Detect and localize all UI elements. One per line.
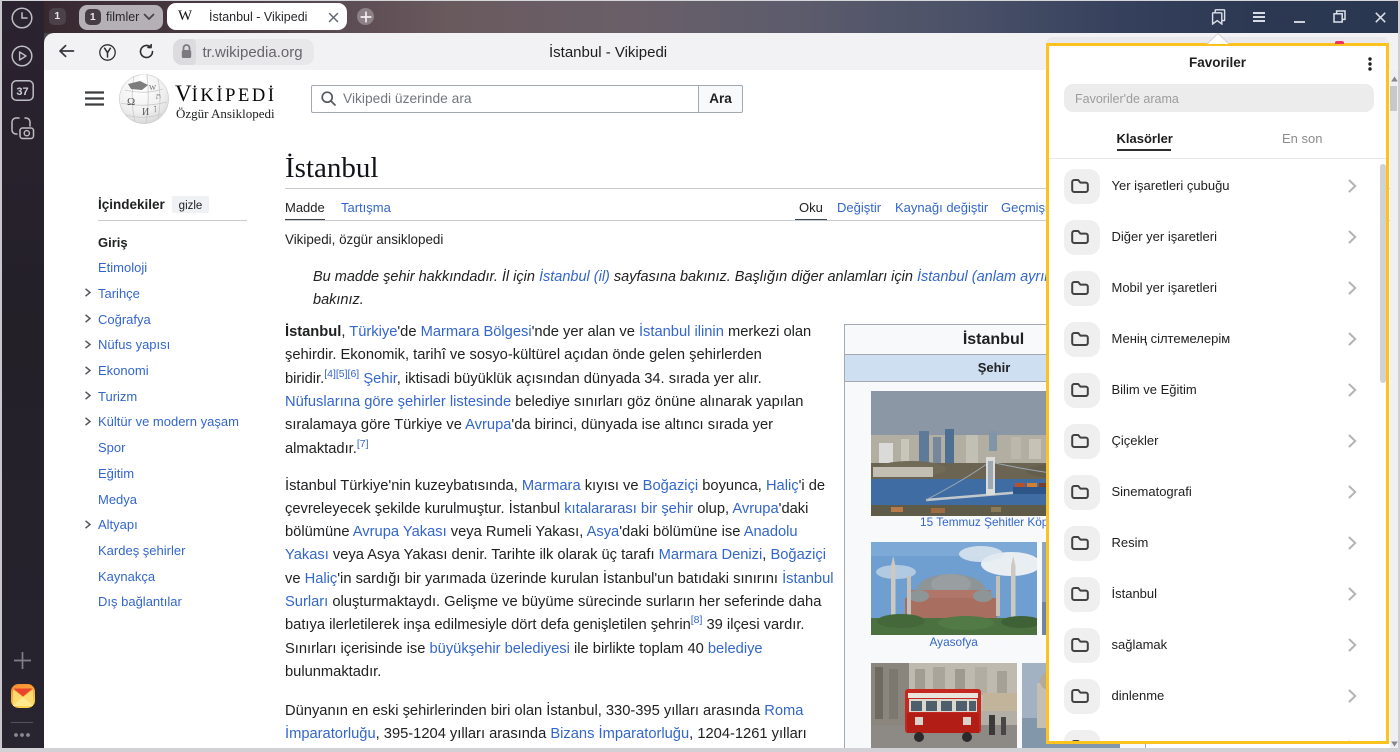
svg-text:ת: ת: [156, 92, 161, 101]
svg-text:37: 37: [16, 85, 28, 97]
svg-text:ן: ן: [154, 103, 156, 113]
svg-text:Ω: Ω: [127, 96, 135, 108]
svg-text:W: W: [149, 83, 157, 92]
svg-text:И: И: [142, 107, 149, 118]
